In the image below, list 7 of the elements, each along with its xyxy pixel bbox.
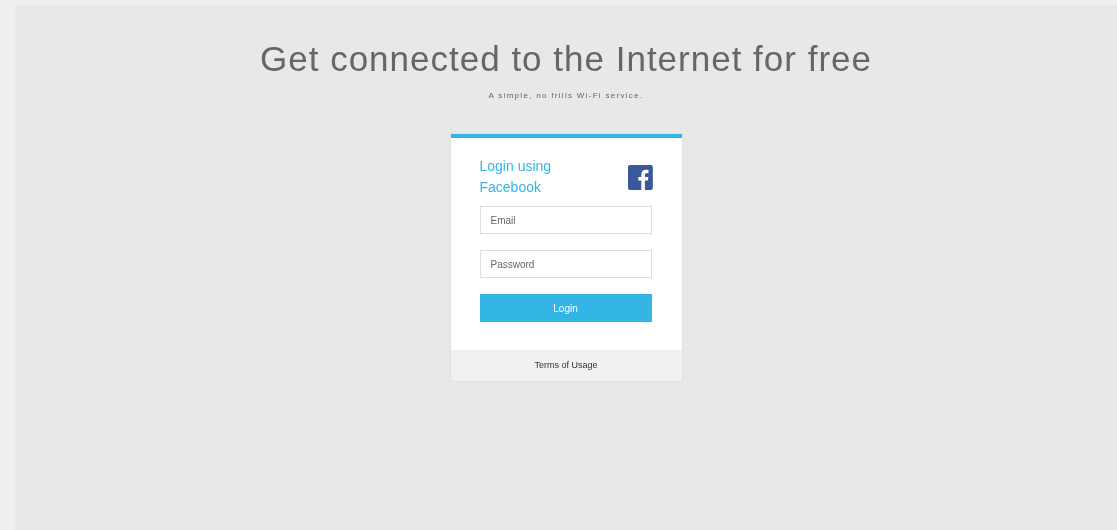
page-subtitle: A simple, no frills Wi-Fi service. (488, 90, 644, 102)
terms-link[interactable]: Terms of Usage (534, 358, 598, 373)
card-heading: Login using Facebook (479, 157, 553, 197)
facebook-icon (627, 164, 653, 190)
page-title: Get connected to the Internet for free (260, 38, 872, 80)
password-field[interactable]: Password (479, 250, 652, 278)
email-field[interactable]: Email (479, 206, 652, 234)
